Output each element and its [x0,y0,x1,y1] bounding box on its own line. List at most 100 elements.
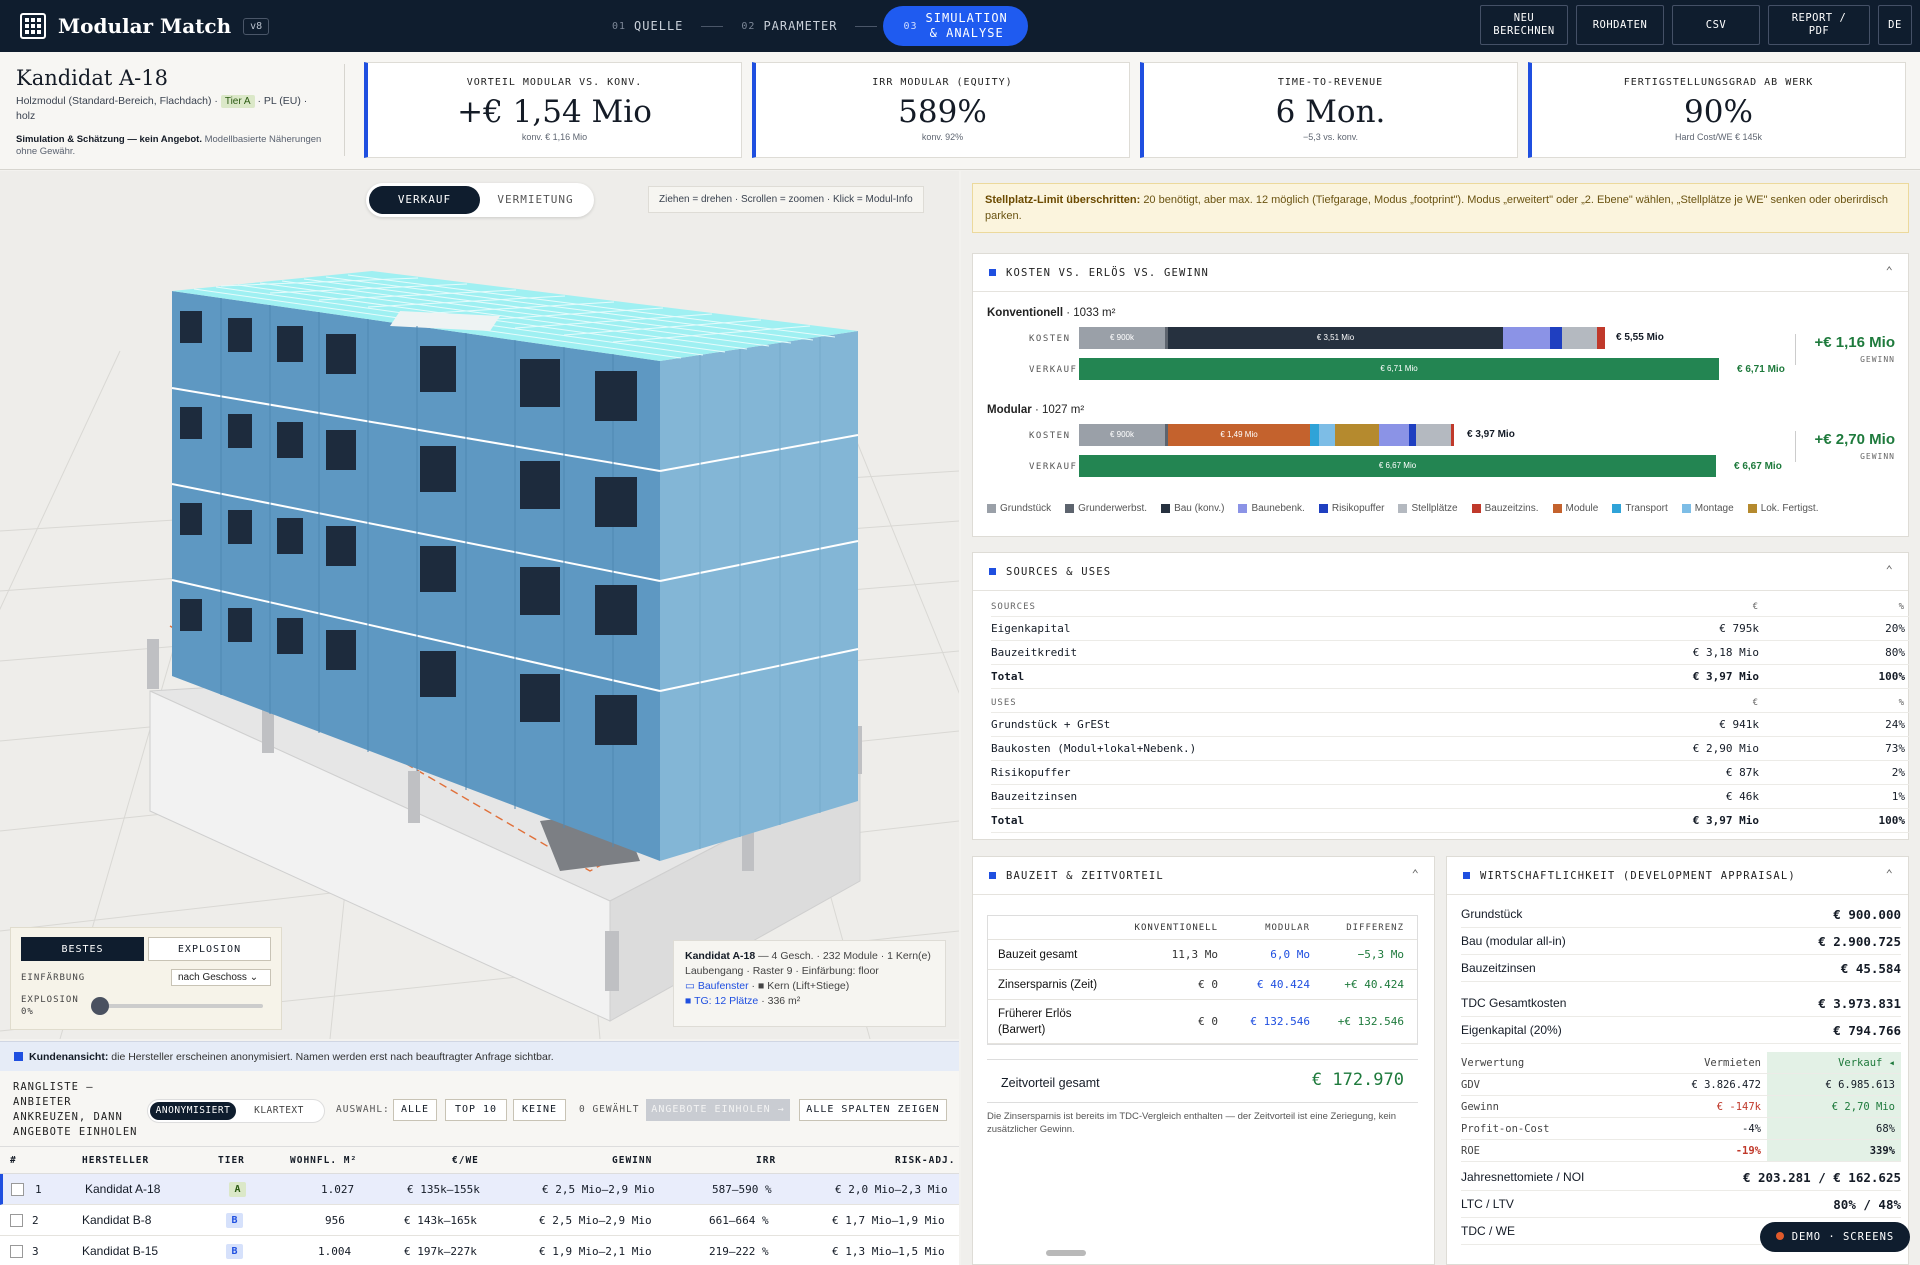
raw-data-button[interactable]: ROHDATEN [1576,5,1664,45]
cost-legend: Grundstück Grunderwerbst. Bau (konv.) Ba… [987,503,1819,514]
brand-name: Modular Match [58,14,232,38]
tier-badge: Tier A [220,95,255,108]
step-simulation[interactable]: 03 SIMULATION & ANALYSE [883,6,1028,46]
mod-gain: +€ 2,70 Mio GEWINN [1795,431,1895,462]
collapse-icon[interactable]: ⌃ [1412,867,1420,881]
module-info-box: Kandidat A-18 — 4 Gesch. · 232 Module · … [673,940,946,1027]
legend-item: Bau (konv.) [1161,503,1224,514]
report-pdf-button[interactable]: REPORT / PDF [1768,5,1870,45]
row-checkbox[interactable] [11,1182,24,1196]
legend-item: Module [1552,503,1598,514]
step-nav: 01 QUELLE 02 PARAMETER 03 SIMULATION & ANALY… [600,6,1028,46]
table-row[interactable]: 1 Kandidat A-18 A 1.027 € 135k–155k € 2,… [0,1174,959,1205]
seg-risikopuffer [1550,327,1562,349]
table-row[interactable]: 2 Kandidat B-8 B 956 € 143k–165k € 2,5 M… [0,1205,959,1236]
seg-baunebenk [1379,424,1409,446]
select-top10-button[interactable]: TOP 10 [445,1099,507,1121]
seg-baunebenk [1503,327,1550,349]
show-all-columns-button[interactable]: ALLE SPALTEN ZEIGEN [799,1099,947,1121]
seg-grundstueck: € 900k [1079,327,1165,349]
konv-sale-bar[interactable]: € 6,71 Mio [1079,358,1719,380]
seg-stellplaetze [1562,327,1597,349]
demo-screens-button[interactable]: DEMO · SCREENS [1760,1222,1910,1252]
view-explosion-button[interactable]: EXPLOSION [148,937,271,961]
mod-cost-bar[interactable]: € 900k € 1,49 Mio [1079,424,1454,446]
row-checkbox[interactable] [10,1244,23,1258]
candidate-summary: Kandidat A-18 Holzmodul (Standard-Bereic… [16,66,336,158]
appraisal-card: WIRTSCHAFTLICHKEIT (DEVELOPMENT APPRAISA… [1446,856,1909,1265]
collapse-icon[interactable]: ⌃ [1886,563,1894,577]
customer-view-notice: Kundenansicht: die Hersteller erscheinen… [0,1041,959,1071]
row-checkbox[interactable] [10,1213,23,1227]
construction-time-table: KONVENTIONELL MODULAR DIFFERENZ Bauzeit ge… [987,915,1418,1045]
building-3d-view[interactable] [0,171,959,1039]
card-header[interactable]: SOURCES & USES ⌃ [973,553,1908,591]
seg-bau-konv: € 3,51 Mio [1168,327,1503,349]
legend-item: Grunderwerbst. [1065,503,1147,514]
sale-rent-toggle[interactable]: VERKAUF VERMIETUNG [366,183,594,217]
legend-item: Bauzeitzins. [1471,503,1539,514]
ranking-table: # HERSTELLER TIER WOHNFL. M² €/WE GEWINN… [0,1147,959,1265]
tier-badge: A [229,1181,246,1197]
collapse-icon[interactable]: ⌃ [1886,264,1894,278]
construction-time-card: BAUZEIT & ZEITVORTEIL ⌃ KONVENTIONELL MODU… [972,856,1435,1265]
mode-sale[interactable]: VERKAUF [369,186,480,214]
step-quelle[interactable]: 01 QUELLE [600,6,695,46]
collapse-icon[interactable]: ⌃ [1886,867,1894,881]
slider-thumb[interactable] [90,997,109,1015]
3d-viewer-panel: VERKAUF VERMIETUNG Ziehen = drehen · Scro… [0,171,959,1039]
seg-transport [1310,424,1319,446]
tab-verkauf[interactable]: Verkauf ◂ [1767,1052,1901,1073]
legend-item: Transport [1612,503,1668,514]
legend-item: Grundstück [987,503,1051,514]
konv-cost-bar[interactable]: € 900k € 3,51 Mio [1079,327,1605,349]
step-parameter[interactable]: 02 PARAMETER [729,6,849,46]
table-header: # HERSTELLER TIER WOHNFL. M² €/WE GEWINN… [0,1147,959,1174]
legend-item: Montage [1681,503,1734,514]
cost-revenue-profit-card: KOSTEN VS. ERLÖS VS. GEWINN ⌃ Konventione… [972,253,1909,537]
seg-module: € 1,49 Mio [1168,424,1310,446]
ranking-toolbar: RANGLISTE — ANBIETER ANKREUZEN, DANN ANG… [0,1071,959,1147]
select-none-button[interactable]: KEINE [513,1099,566,1121]
horizontal-scrollbar[interactable] [1046,1250,1086,1256]
disclaimer: Simulation & Schätzung — kein Angebot. M… [16,134,322,157]
viewer-hint: Ziehen = drehen · Scrollen = zoomen · Kl… [648,186,924,213]
request-quotes-button[interactable]: ANGEBOTE EINHOLEN → [646,1099,790,1121]
card-header[interactable]: WIRTSCHAFTLICHKEIT (DEVELOPMENT APPRAISA… [1447,857,1908,895]
konv-gain: +€ 1,16 Mio GEWINN [1795,334,1895,365]
select-all-button[interactable]: ALLE [393,1099,437,1121]
kpi-card-time-to-revenue: TIME-TO-REVENUE 6 Mon. −5,3 vs. konv. [1140,62,1518,158]
seg-montage [1319,424,1335,446]
anonymize-toggle[interactable]: ANONYMISIERT KLARTEXT [147,1099,325,1123]
legend-item: Lok. Fertigst. [1747,503,1819,514]
selected-count: 0 GEWÄHLT [579,1104,640,1115]
table-row[interactable]: 3 Kandidat B-15 B 1.004 € 197k–227k € 1,… [0,1236,959,1265]
candidate-title: Kandidat A-18 [16,66,168,90]
recalculate-button[interactable]: NEU BERECHNEN [1480,5,1568,45]
mod-sale-bar[interactable]: € 6,67 Mio [1079,455,1716,477]
sources-uses-card: SOURCES & USES ⌃ SOURCES €% Eigenkapital € … [972,552,1909,840]
mode-cleartext[interactable]: KLARTEXT [236,1102,322,1120]
card-header[interactable]: KOSTEN VS. ERLÖS VS. GEWINN ⌃ [973,254,1908,292]
viewer-controls: BESTES EXPLOSION EINFÄRBUNG nach Geschoss … [10,927,282,1030]
seg-grundstueck: € 900k [1079,424,1165,446]
kpi-card-prefab-degree: FERTIGSTELLUNGSGRAD AB WERK 90% Hard Cost/… [1528,62,1906,158]
appraisal-costs: Grundstück € 900.000 Bau (modular all-in)… [1461,901,1901,982]
top-bar: Modular Match v8 01 QUELLE 02 PARAMETER 03… [0,0,1920,52]
csv-button[interactable]: CSV [1672,5,1760,45]
logo[interactable]: Modular Match v8 [20,13,270,39]
language-button[interactable]: DE [1878,5,1912,45]
card-header[interactable]: BAUZEIT & ZEITVORTEIL ⌃ [973,857,1434,895]
view-best-button[interactable]: BESTES [21,937,144,961]
valuation-table: Verwertung Vermieten Verkauf ◂ GDV € 3.826.… [1461,1052,1901,1162]
kpi-row: Kandidat A-18 Holzmodul (Standard-Bereic… [0,52,1920,170]
mode-rent[interactable]: VERMIETUNG [480,186,591,214]
analysis-panel: Stellplatz-Limit überschritten: 20 benöt… [961,171,1920,1265]
parking-limit-warning: Stellplatz-Limit überschritten: 20 benöt… [972,183,1909,233]
coloring-select[interactable]: nach Geschoss ⌄ [171,969,271,986]
tier-badge: B [226,1243,243,1259]
legend-item: Baunebenk. [1238,503,1305,514]
ranking-title: RANGLISTE — ANBIETER ANKREUZEN, DANN ANG… [13,1081,138,1138]
explosion-slider[interactable] [90,997,263,1015]
mode-anonymized[interactable]: ANONYMISIERT [150,1102,236,1120]
